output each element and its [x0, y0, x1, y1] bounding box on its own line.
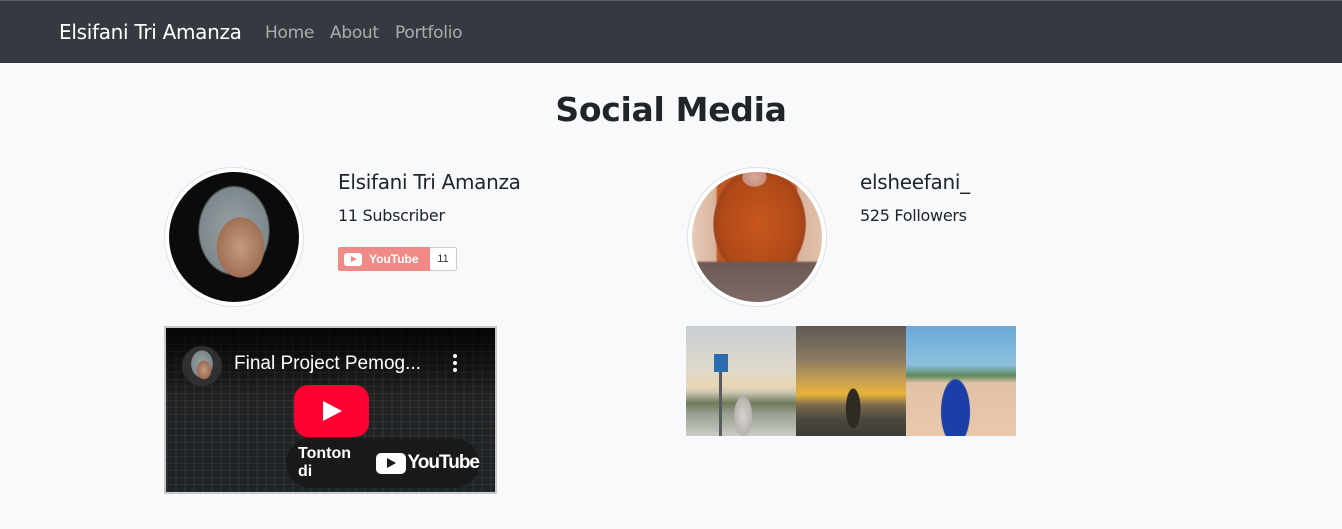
youtube-avatar-image: [169, 172, 299, 302]
watch-on-label: Tonton di: [298, 445, 352, 480]
youtube-subscribe-label: YouTube: [369, 252, 419, 266]
youtube-channel-name: Elsifani Tri Amanza: [338, 170, 521, 194]
youtube-subscribe-button[interactable]: YouTube 11: [338, 247, 457, 271]
video-title[interactable]: Final Project Pemog...: [234, 353, 421, 375]
youtube-logo-text: YouTube: [407, 452, 480, 473]
instagram-avatar-image: [692, 172, 822, 302]
youtube-subscriber-count: 11 Subscriber: [338, 206, 445, 225]
youtube-video-embed[interactable]: Final Project Pemog... Tonton di YouTube: [164, 326, 497, 494]
watch-on-youtube-button[interactable]: Tonton di YouTube: [286, 438, 480, 488]
instagram-photo-1[interactable]: [686, 326, 796, 436]
nav-link-home[interactable]: Home: [265, 23, 314, 43]
nav-link-about[interactable]: About: [330, 23, 379, 43]
instagram-follower-count: 525 Followers: [860, 206, 967, 225]
instagram-photo-2[interactable]: [796, 326, 906, 436]
youtube-play-icon: [344, 252, 362, 266]
video-channel-avatar[interactable]: [182, 346, 222, 386]
youtube-logo: YouTube: [375, 452, 480, 474]
instagram-photo-3[interactable]: [906, 326, 1016, 436]
youtube-subscribe-count: 11: [430, 247, 457, 271]
instagram-avatar: [687, 167, 827, 307]
page-title: Social Media: [555, 90, 787, 129]
navbar-brand[interactable]: Elsifani Tri Amanza: [59, 20, 242, 44]
instagram-username: elsheefani_: [860, 170, 970, 194]
youtube-logo-icon: [375, 452, 406, 474]
navbar: Elsifani Tri Amanza Home About Portfolio: [0, 0, 1342, 63]
youtube-avatar: [164, 167, 304, 307]
video-play-button[interactable]: [294, 385, 369, 437]
nav-link-portfolio[interactable]: Portfolio: [395, 23, 463, 43]
youtube-subscribe-main[interactable]: YouTube: [338, 247, 430, 271]
more-vert-icon[interactable]: [452, 354, 458, 376]
